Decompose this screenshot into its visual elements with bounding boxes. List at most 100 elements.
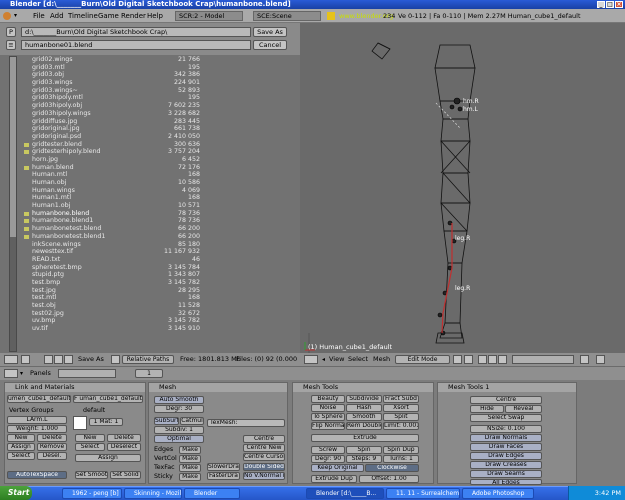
panels-label[interactable]: Panels: [30, 369, 51, 378]
sort-size-icon[interactable]: [64, 355, 73, 364]
file-row[interactable]: gridtester.blend 300 636: [20, 141, 290, 149]
draw-edges-toggle[interactable]: Draw Edges: [470, 452, 542, 460]
context-buttons[interactable]: [58, 369, 116, 378]
file-row[interactable]: griddiffuse.jpg 283 445: [20, 118, 290, 126]
subdivide-button[interactable]: Subdivide: [346, 395, 382, 403]
delete-group-button[interactable]: Delete: [37, 434, 67, 442]
file-list-scrollbar[interactable]: [9, 56, 17, 352]
double-sided-toggle[interactable]: Double Sided: [243, 463, 285, 471]
material-color-swatch[interactable]: [73, 416, 87, 430]
dir-dropdown-icon[interactable]: ≡: [6, 40, 16, 50]
set-solid-button[interactable]: Set Solid: [110, 471, 141, 479]
xsort-button[interactable]: Xsort: [383, 404, 419, 412]
edge-select-icon[interactable]: [488, 355, 497, 364]
vertex-group-field[interactable]: LArm.L: [7, 416, 67, 424]
mesh-name-field[interactable]: umen_cube1_default: [7, 395, 71, 403]
screen-field[interactable]: SCR:2 - Model: [175, 11, 243, 21]
file-row[interactable]: spheretest.bmp 3 145 784: [20, 264, 290, 272]
file-row[interactable]: grid02.wings 21 766: [20, 56, 290, 64]
draw-normals-toggle[interactable]: Draw Normals: [470, 434, 542, 442]
noise-button[interactable]: Noise: [311, 404, 345, 412]
draw-faces-toggle[interactable]: Draw Faces: [470, 443, 542, 451]
viewport-canvas[interactable]: [300, 23, 625, 353]
new-material-button[interactable]: New: [75, 434, 105, 442]
expand-arrow-icon[interactable]: ▾: [14, 12, 17, 19]
draw-seams-toggle[interactable]: Draw Seams: [470, 470, 542, 478]
faster-draw-button[interactable]: FasterDra: [207, 472, 240, 480]
file-row[interactable]: Human1.obj 10 571: [20, 202, 290, 210]
file-row[interactable]: test.mtl 168: [20, 294, 290, 302]
file-row[interactable]: human.blend 72 176: [20, 164, 290, 172]
file-row[interactable]: gridtesterhipoly.blend 3 757 204: [20, 148, 290, 156]
no-vnormal-flip-toggle[interactable]: No V.Normal Fl: [243, 472, 285, 480]
file-row[interactable]: uv.bmp 3 145 782: [20, 317, 290, 325]
file-row[interactable]: Human.obj 10 586: [20, 179, 290, 187]
file-row[interactable]: grid03hipoly.mtl 195: [20, 94, 290, 102]
offset-field[interactable]: Offset: 1.00: [359, 475, 419, 483]
layer-buttons[interactable]: [512, 355, 574, 364]
autotexspace-button[interactable]: AutoTexSpace: [7, 471, 67, 479]
3d-viewport[interactable]: hm.R hm.L leg.R leg.R (1) Human_cube1_de…: [300, 23, 625, 353]
subsurf-type-dropdown[interactable]: Catmul: [180, 417, 204, 425]
sort-icon[interactable]: [21, 355, 30, 364]
relative-paths-button[interactable]: Relative Paths: [122, 355, 174, 364]
file-row[interactable]: READ.txt 46: [20, 256, 290, 264]
save-as-button[interactable]: Save As: [253, 27, 287, 37]
make-vertcol-button[interactable]: Make: [179, 455, 201, 463]
weight-slider[interactable]: Weight: 1.000: [7, 425, 67, 433]
flip-normal-button[interactable]: Flip Normal: [311, 422, 345, 430]
taskbar-item[interactable]: Skinning - Mozilla: [124, 488, 182, 499]
file-row[interactable]: humanbone.blend 78 736: [20, 210, 290, 218]
file-row[interactable]: horn.jpg 6 452: [20, 156, 290, 164]
draw-type-icon[interactable]: [453, 355, 462, 364]
nsize-field[interactable]: NSize: 0.100: [470, 425, 542, 433]
file-row[interactable]: grid03hipoly.wings 3 228 682: [20, 110, 290, 118]
file-row[interactable]: test.obj 11 528: [20, 302, 290, 310]
rem-doubles-button[interactable]: Rem Doubles: [346, 422, 382, 430]
menu-game[interactable]: Game: [98, 11, 119, 21]
subsurf-toggle[interactable]: SubSurf: [154, 417, 179, 425]
directory-path-input[interactable]: d:\_______Burn\Old Digital Sketchbook Cr…: [21, 27, 251, 37]
degr-field[interactable]: Degr: 90: [311, 455, 345, 463]
smooth-button[interactable]: Smooth: [346, 413, 382, 421]
subdiv-field[interactable]: Subdiv: 1: [154, 426, 204, 434]
filename-input[interactable]: humanbone01.blend: [21, 40, 251, 50]
panel-header[interactable]: Mesh Tools: [293, 383, 433, 392]
file-row[interactable]: test.bmp 3 145 782: [20, 279, 290, 287]
screw-button[interactable]: Screw: [311, 446, 345, 454]
make-texface-button[interactable]: Make: [179, 464, 201, 472]
menu-view[interactable]: View: [329, 355, 344, 364]
extrude-dup-button[interactable]: Extrude Dup: [311, 475, 357, 483]
spin-button[interactable]: Spin: [346, 446, 382, 454]
panel-header[interactable]: Mesh Tools 1: [438, 383, 576, 392]
menu-timeline[interactable]: Timeline: [68, 11, 98, 21]
window-type-icon[interactable]: [4, 355, 18, 364]
file-row[interactable]: gridoriginal.psd 2 410 050: [20, 133, 290, 141]
file-row[interactable]: humanbonetest.blend1 66 200: [20, 233, 290, 241]
sort-alpha-icon[interactable]: [44, 355, 53, 364]
file-row[interactable]: test02.jpg 32 672: [20, 310, 290, 318]
file-row[interactable]: newesttex.tif 11 167 932: [20, 248, 290, 256]
select-group-button[interactable]: Select: [7, 452, 35, 460]
menu-select[interactable]: Select: [348, 355, 368, 364]
start-button[interactable]: Start: [0, 486, 32, 500]
close-button[interactable]: ×: [615, 1, 623, 8]
all-edges-toggle[interactable]: All Edges: [470, 479, 542, 485]
extrude-button[interactable]: Extrude: [311, 434, 419, 442]
frame-field[interactable]: 1: [135, 369, 163, 378]
assign-material-button[interactable]: Assign: [75, 454, 141, 462]
vertex-select-icon[interactable]: [478, 355, 487, 364]
cancel-button[interactable]: Cancel: [253, 40, 287, 50]
steps-field[interactable]: Steps: 9: [346, 455, 382, 463]
taskbar-item[interactable]: Blender: [184, 488, 240, 499]
to-sphere-button[interactable]: To Sphere: [311, 413, 345, 421]
taskbar-item-active[interactable]: Blender [d:\_____B...: [306, 488, 384, 499]
turns-field[interactable]: Turns: 1: [383, 455, 419, 463]
buttons-type-icon[interactable]: [4, 369, 18, 378]
make-sticky-button[interactable]: Make: [179, 473, 201, 481]
file-row[interactable]: grid03.obj 342 386: [20, 71, 290, 79]
file-row[interactable]: Human.wings 4 069: [20, 187, 290, 195]
lock-icon[interactable]: [580, 355, 589, 364]
texmesh-field[interactable]: TexMesh:: [207, 419, 285, 427]
menu-help[interactable]: Help: [147, 11, 163, 21]
